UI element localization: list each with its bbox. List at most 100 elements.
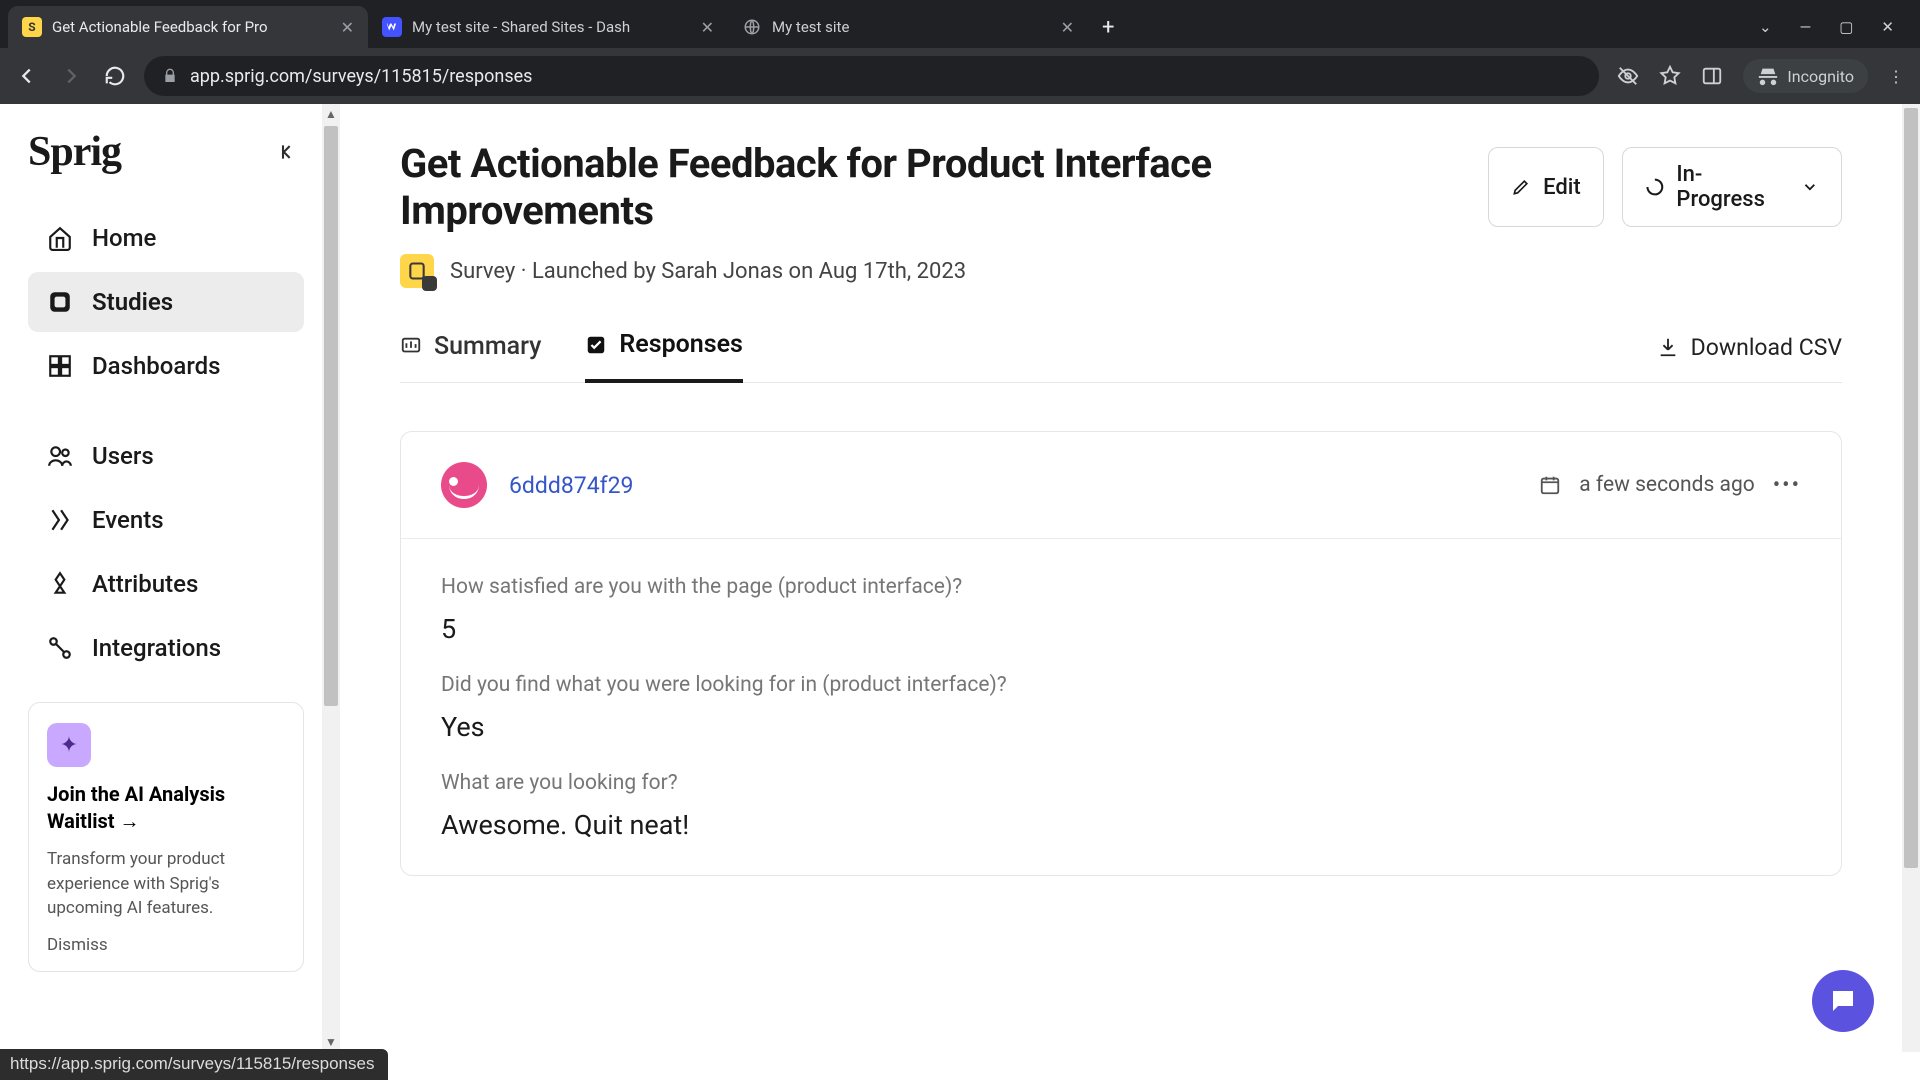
main-scrollbar[interactable]: [1902, 104, 1920, 1052]
maximize-icon[interactable]: ▢: [1839, 18, 1853, 36]
promo-title[interactable]: Join the AI Analysis Waitlist →: [47, 781, 285, 835]
window-controls: ⌄ — ▢ ✕: [1759, 18, 1912, 36]
browser-tab-3[interactable]: My test site ✕: [728, 6, 1088, 48]
studies-icon: [46, 289, 74, 315]
eye-off-icon[interactable]: [1617, 65, 1639, 87]
chat-icon: [1828, 986, 1858, 1016]
download-csv-button[interactable]: Download CSV: [1657, 334, 1842, 379]
chat-fab[interactable]: [1812, 970, 1874, 1032]
question-text: How satisfied are you with the page (pro…: [441, 575, 1801, 599]
sidebar-item-label: Attributes: [92, 570, 198, 598]
status-dropdown[interactable]: In-Progress: [1622, 147, 1842, 227]
sidebar-item-home[interactable]: Home: [28, 208, 304, 268]
forward-icon: [60, 65, 82, 87]
browser-tab-1[interactable]: S Get Actionable Feedback for Pro ✕: [8, 6, 368, 48]
kebab-menu-icon[interactable]: ⋮: [1888, 67, 1904, 86]
integrations-icon: [46, 635, 74, 661]
tab-label: Responses: [619, 330, 743, 359]
answer-text: Yes: [441, 711, 1801, 743]
status-label: In-Progress: [1676, 162, 1789, 212]
incognito-badge[interactable]: Incognito: [1743, 59, 1868, 93]
incognito-label: Incognito: [1787, 67, 1854, 86]
reload-icon[interactable]: [104, 65, 126, 87]
promo-dismiss[interactable]: Dismiss: [47, 935, 285, 955]
main-content: Get Actionable Feedback for Product Inte…: [340, 104, 1902, 1052]
tab-strip: S Get Actionable Feedback for Pro ✕ My t…: [0, 0, 1920, 48]
status-link: https://app.sprig.com/surveys/115815/res…: [0, 1049, 388, 1080]
sidebar-item-events[interactable]: Events: [28, 490, 304, 550]
back-icon[interactable]: [16, 65, 38, 87]
question-text: Did you find what you were looking for i…: [441, 673, 1801, 697]
page-title: Get Actionable Feedback for Product Inte…: [400, 140, 1468, 234]
pencil-icon: [1511, 177, 1531, 197]
sidebar-scrollbar[interactable]: ▲ ▼: [322, 104, 340, 1052]
chart-icon: [400, 335, 422, 357]
close-window-icon[interactable]: ✕: [1881, 18, 1894, 36]
sidebar-item-label: Home: [92, 224, 156, 252]
download-icon: [1657, 336, 1679, 358]
answer-text: 5: [441, 613, 1801, 645]
home-icon: [46, 225, 74, 251]
sidebar-item-users[interactable]: Users: [28, 426, 304, 486]
tab-responses[interactable]: Responses: [585, 330, 743, 383]
tab-title: My test site - Shared Sites - Dash: [412, 18, 691, 36]
events-icon: [46, 507, 74, 533]
checkbox-icon: [585, 334, 607, 356]
new-tab-button[interactable]: +: [1088, 15, 1128, 40]
sidebar-item-label: Integrations: [92, 634, 221, 662]
sidebar-item-label: Events: [92, 506, 164, 534]
more-menu-icon[interactable]: •••: [1773, 473, 1801, 498]
promo-card: ✦ Join the AI Analysis Waitlist → Transf…: [28, 702, 304, 972]
incognito-icon: [1757, 65, 1779, 87]
tab-summary[interactable]: Summary: [400, 332, 541, 381]
sidebar-item-label: Users: [92, 442, 154, 470]
edit-label: Edit: [1543, 175, 1581, 200]
tab-title: My test site: [772, 18, 1051, 36]
dashboards-icon: [46, 353, 74, 379]
tab-title: Get Actionable Feedback for Pro: [52, 18, 331, 36]
logo[interactable]: Sprig: [28, 128, 121, 176]
question-text: What are you looking for?: [441, 771, 1801, 795]
sidebar-item-attributes[interactable]: Attributes: [28, 554, 304, 614]
response-card: 6ddd874f29 a few seconds ago ••• How sat…: [400, 431, 1842, 876]
progress-icon: [1645, 177, 1665, 197]
sidebar-item-label: Dashboards: [92, 352, 220, 380]
respondent-avatar: [441, 462, 487, 508]
tab-close-icon[interactable]: ✕: [1061, 18, 1074, 37]
url-text: app.sprig.com/surveys/115815/responses: [190, 66, 532, 87]
sidebar-item-label: Studies: [92, 288, 173, 316]
minimize-icon[interactable]: —: [1800, 18, 1812, 36]
respondent-id[interactable]: 6ddd874f29: [509, 472, 633, 499]
favicon-webflow: [382, 17, 402, 37]
response-time: a few seconds ago: [1579, 473, 1754, 497]
survey-meta: Survey · Launched by Sarah Jonas on Aug …: [450, 259, 966, 284]
tabs: Summary Responses Download CSV: [400, 330, 1842, 383]
tab-close-icon[interactable]: ✕: [701, 18, 714, 37]
favicon-sprig: S: [22, 17, 42, 37]
tab-close-icon[interactable]: ✕: [341, 18, 354, 37]
sidebar-item-integrations[interactable]: Integrations: [28, 618, 304, 678]
calendar-icon: [1539, 474, 1561, 496]
survey-type-icon: [400, 254, 434, 288]
sidebar-item-studies[interactable]: Studies: [28, 272, 304, 332]
favicon-globe: [742, 17, 762, 37]
tab-search-icon[interactable]: ⌄: [1759, 18, 1772, 36]
app-root: Sprig Home Studies Dashboards Users Even…: [0, 104, 1920, 1052]
attributes-icon: [46, 571, 74, 597]
edit-button[interactable]: Edit: [1488, 147, 1604, 227]
sidebar: Sprig Home Studies Dashboards Users Even…: [0, 104, 322, 1052]
answer-text: Awesome. Quit neat!: [441, 809, 1801, 841]
url-bar: app.sprig.com/surveys/115815/responses I…: [0, 48, 1920, 104]
chevron-down-icon: [1801, 178, 1819, 196]
browser-tab-2[interactable]: My test site - Shared Sites - Dash ✕: [368, 6, 728, 48]
browser-chrome: S Get Actionable Feedback for Pro ✕ My t…: [0, 0, 1920, 104]
promo-body: Transform your product experience with S…: [47, 847, 285, 921]
url-input[interactable]: app.sprig.com/surveys/115815/responses: [144, 56, 1599, 96]
sidebar-item-dashboards[interactable]: Dashboards: [28, 336, 304, 396]
download-label: Download CSV: [1691, 334, 1842, 361]
collapse-sidebar-icon[interactable]: [278, 142, 298, 162]
sparkle-icon: ✦: [47, 723, 91, 767]
star-icon[interactable]: [1659, 65, 1681, 87]
tab-label: Summary: [434, 332, 541, 361]
side-panel-icon[interactable]: [1701, 65, 1723, 87]
